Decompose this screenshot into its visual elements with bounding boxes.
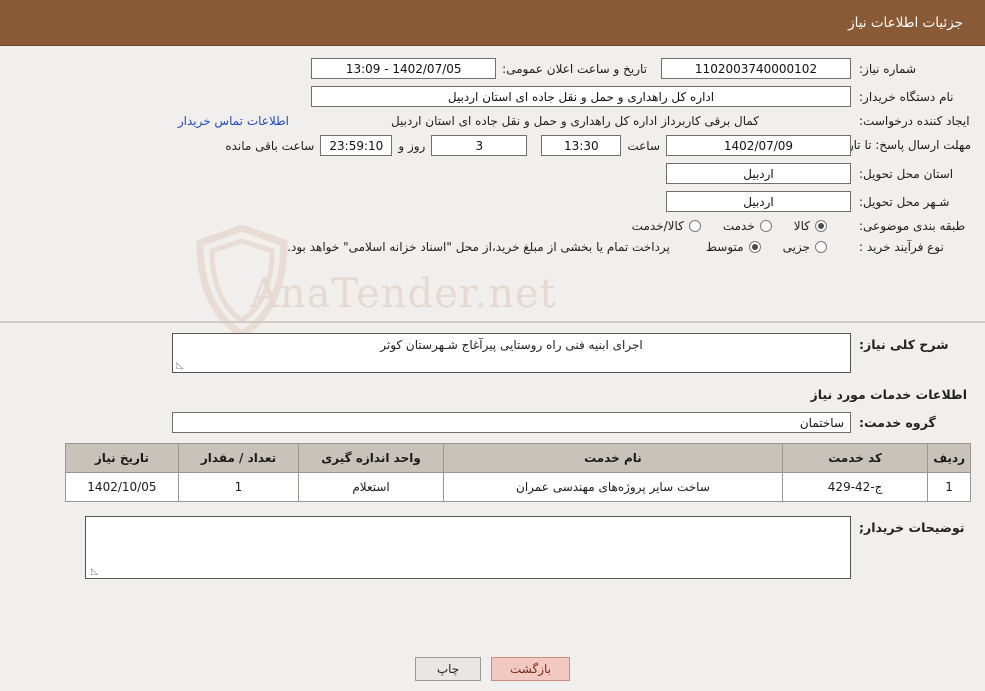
page-header: جزئیات اطلاعات نیاز (0, 0, 985, 46)
table-row: 1 ج-42-429 ساخت سایر پروژه‌های مهندسی عم… (65, 472, 971, 502)
radio-icon[interactable] (815, 241, 827, 253)
col-qty: تعداد / مقدار (177, 443, 300, 473)
category-option-label: خدمت (722, 219, 755, 233)
col-index: ردیف (927, 443, 971, 473)
category-label: طبقه بندی موضوعی: (859, 219, 966, 233)
description-label: شرح کلی نیاز: (859, 337, 949, 352)
back-button[interactable]: بازگشت (491, 657, 570, 681)
print-button[interactable]: چاپ (415, 657, 481, 681)
days-label: روز و (398, 138, 426, 153)
cell-unit: استعلام (298, 472, 444, 502)
category-option-kala-khedmat[interactable]: کالا/خدمت (632, 219, 701, 233)
category-option-kala[interactable]: کالا (794, 219, 827, 233)
purchase-type-option-motavaset[interactable]: متوسط (706, 240, 761, 254)
category-radio-group: کالا خدمت کالا/خدمت (632, 219, 827, 233)
description-value: اجرای ابنیه فنی راه روستایی پیرآغاج شـهر… (380, 338, 643, 352)
row-buyer-org: نام دستگاه خریدار: اداره کل راهداری و حم… (14, 86, 971, 107)
hour-label: ساعت (627, 138, 660, 153)
public-announce-value: 13:09 - 1402/07/05 (311, 58, 497, 79)
deadline-date-value: 1402/07/09 (666, 135, 851, 156)
public-announce-label: تاریخ و ساعت اعلان عمومی: (502, 61, 647, 76)
col-date: تاریخ نیاز (65, 443, 179, 473)
row-creator: ایجاد کننده درخواست: کمال برقی کاربرداز … (14, 114, 971, 128)
row-category: طبقه بندی موضوعی: کالا خدمت کالا/خدمت (14, 219, 971, 233)
row-buyer-notes: توضیحات خریدار; ◺ (14, 516, 971, 579)
city-label: شـهر محل تحویل: (859, 194, 950, 209)
col-name: نام خدمت (442, 443, 783, 473)
buyer-org-label: نام دستگاه خریدار: (859, 89, 954, 104)
category-option-label: کالا (793, 219, 810, 233)
service-group-label: گروه خدمت: (859, 415, 936, 430)
services-table: ردیف کد خدمت نام خدمت واحد اندازه گیری ت… (65, 443, 971, 502)
radio-icon[interactable] (759, 220, 772, 232)
col-unit: واحد اندازه گیری (298, 443, 444, 473)
purchase-type-radio-group: جزیی متوسط (706, 240, 827, 254)
province-value: اردبیل (666, 163, 851, 184)
need-number-value: 1102003740000102 (661, 58, 851, 79)
cell-name: ساخت سایر پروژه‌های مهندسی عمران (442, 472, 783, 502)
row-service-group: گروه خدمت: ساختمان (14, 412, 971, 433)
description-panel: شرح کلی نیاز: اجرای ابنیه فنی راه روستای… (0, 323, 985, 433)
row-city: شـهر محل تحویل: اردبیل (14, 191, 971, 212)
remaining-label: ساعت باقی مانده (225, 138, 315, 153)
resize-grip-icon[interactable]: ◺ (175, 361, 185, 371)
city-value: اردبیل (666, 191, 851, 212)
creator-label: ایجاد کننده درخواست: (859, 114, 970, 128)
need-number-label: شماره نیاز: (859, 61, 916, 76)
col-code: کد خدمت (781, 443, 929, 473)
resize-grip-icon[interactable]: ◺ (88, 567, 98, 577)
description-textarea[interactable]: اجرای ابنیه فنی راه روستایی پیرآغاج شـهر… (172, 333, 851, 373)
footer-buttons: بازگشت چاپ (0, 657, 985, 681)
purchase-type-option-label: جزیی (782, 240, 810, 254)
row-province: استان محل تحویل: اردبیل (14, 163, 971, 184)
category-option-khedmat[interactable]: خدمت (723, 219, 772, 233)
services-section-title: اطلاعات خدمات مورد نیاز (810, 387, 968, 402)
buyer-notes-label: توضیحات خریدار; (859, 520, 965, 535)
province-label: استان محل تحویل: (859, 166, 954, 181)
deadline-time-value: 13:30 (541, 135, 622, 156)
cell-index: 1 (927, 472, 971, 502)
need-info-panel: شماره نیاز: 1102003740000102 تاریخ و ساع… (0, 46, 985, 323)
purchase-type-option-label: متوسط (705, 240, 744, 254)
page-title: جزئیات اطلاعات نیاز (848, 14, 963, 31)
buyer-notes-textarea[interactable]: ◺ (85, 516, 851, 579)
cell-date: 1402/10/05 (65, 472, 179, 502)
buyer-org-value: اداره کل راهداری و حمل و نقل جاده ای است… (311, 86, 851, 107)
buyer-contact-link[interactable]: اطلاعات تماس خریدار (178, 114, 289, 128)
cell-qty: 1 (177, 472, 300, 502)
category-option-label: کالا/خدمت (631, 219, 684, 233)
services-table-wrap: ردیف کد خدمت نام خدمت واحد اندازه گیری ت… (14, 443, 971, 502)
row-deadline: مهلت ارسال پاسخ: تا تاریخ: 1402/07/09 سا… (14, 135, 971, 156)
row-description: شرح کلی نیاز: اجرای ابنیه فنی راه روستای… (14, 333, 971, 373)
page-root: جزئیات اطلاعات نیاز AnaTender.net شماره … (0, 0, 985, 691)
row-purchase-type: نوع فرآیند خرید : جزیی متوسط پرداخت تمام… (14, 240, 971, 254)
service-group-value: ساختمان (172, 412, 851, 433)
deadline-label: مهلت ارسال پاسخ: تا تاریخ: (832, 138, 971, 152)
remaining-days-value: 3 (431, 135, 528, 156)
row-need-number: شماره نیاز: 1102003740000102 تاریخ و ساع… (14, 58, 971, 79)
radio-icon[interactable] (688, 220, 701, 232)
radio-icon[interactable] (748, 241, 761, 253)
purchase-type-option-jozi[interactable]: جزیی (783, 240, 827, 254)
purchase-note: پرداخت تمام یا بخشی از مبلغ خرید،از محل … (287, 240, 670, 254)
creator-value: کمال برقی کاربرداز اداره کل راهداری و حم… (390, 114, 760, 128)
radio-icon[interactable] (815, 220, 827, 232)
purchase-type-label: نوع فرآیند خرید : (859, 240, 944, 254)
table-header-row: ردیف کد خدمت نام خدمت واحد اندازه گیری ت… (65, 443, 971, 473)
countdown-value: 23:59:10 (320, 135, 393, 156)
cell-code: ج-42-429 (781, 472, 929, 502)
